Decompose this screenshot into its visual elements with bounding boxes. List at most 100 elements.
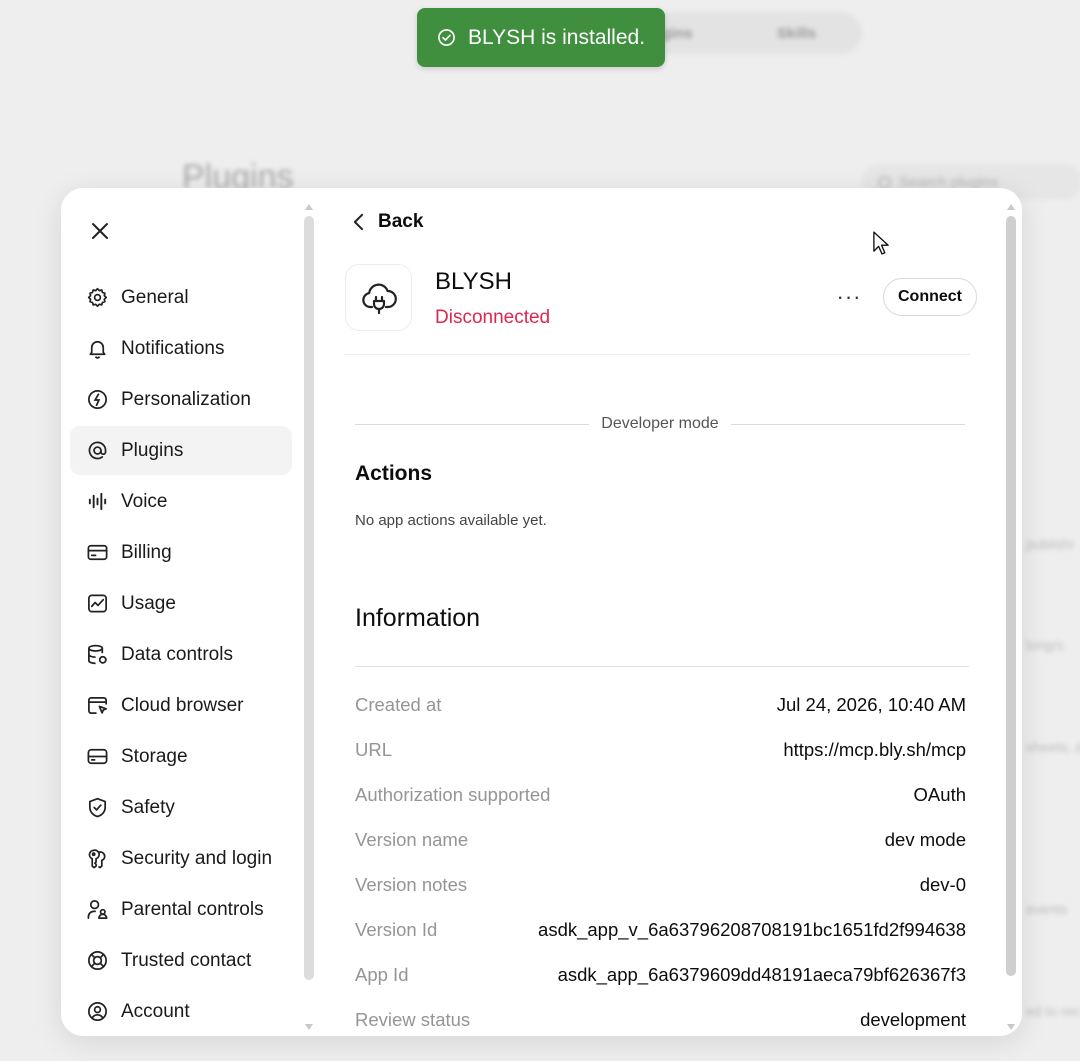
sidebar-item-label: Account — [121, 1000, 190, 1022]
sidebar-item-label: Trusted contact — [121, 949, 252, 971]
connection-status: Disconnected — [435, 307, 551, 328]
app-name: BLYSH — [435, 268, 512, 295]
information-heading: Information — [355, 604, 481, 632]
lifebuoy-icon — [85, 948, 110, 973]
info-key: Created at — [355, 694, 442, 715]
back-button[interactable]: Back — [353, 211, 423, 233]
app-icon — [345, 264, 412, 331]
info-row-app-id: App Id asdk_app_6a6379609dd48191aeca79bf… — [355, 962, 966, 988]
content-scrollbar[interactable] — [1004, 204, 1018, 1030]
storage-icon — [85, 744, 110, 769]
sidebar-item-label: Cloud browser — [121, 694, 244, 716]
info-value: OAuth — [913, 784, 966, 805]
install-toast: BLYSH is installed. — [417, 8, 665, 67]
sidebar-item-security-and-login[interactable]: Security and login — [70, 834, 292, 883]
plugin-detail-panel: Back BLYSH Disconnected ··· Connect Deve… — [320, 188, 1022, 1036]
sidebar-item-parental-controls[interactable]: Parental controls — [70, 885, 292, 934]
close-icon — [92, 223, 108, 239]
info-value: dev-0 — [919, 874, 966, 895]
scroll-down-arrow[interactable] — [1007, 1024, 1015, 1030]
sidebar-item-label: Security and login — [121, 847, 273, 869]
sidebar-item-label: Safety — [121, 796, 175, 818]
sidebar-item-trusted-contact[interactable]: Trusted contact — [70, 936, 292, 985]
info-value: development — [860, 1009, 966, 1030]
scroll-up-arrow[interactable] — [1007, 204, 1015, 210]
scroll-down-arrow[interactable] — [305, 1024, 313, 1030]
sidebar-scrollbar[interactable] — [304, 204, 314, 1030]
info-row-review-status: Review status development — [355, 1007, 966, 1033]
sidebar-item-usage[interactable]: Usage — [70, 579, 292, 628]
sidebar-item-plugins[interactable]: Plugins — [70, 426, 292, 475]
personalization-icon — [85, 387, 110, 412]
info-value: asdk_app_6a6379609dd48191aeca79bf626367f… — [557, 964, 966, 985]
info-row-version-notes: Version notes dev-0 — [355, 872, 966, 898]
connect-button[interactable]: Connect — [883, 278, 977, 316]
info-row-version-name: Version name dev mode — [355, 827, 966, 853]
developer-mode-divider: Developer mode — [355, 413, 965, 435]
more-options-button[interactable]: ··· — [832, 282, 866, 312]
sidebar-item-data-controls[interactable]: Data controls — [70, 630, 292, 679]
mouse-cursor-icon — [873, 231, 889, 255]
background-snippet: long/s — [1026, 637, 1064, 653]
info-key: Version Id — [355, 919, 438, 940]
info-value: asdk_app_v_6a63796208708191bc1651fd2f994… — [538, 919, 966, 940]
scrollbar-thumb[interactable] — [304, 216, 314, 980]
background-tab-skills: Skills — [776, 24, 817, 42]
actions-heading: Actions — [355, 462, 433, 485]
search-icon — [878, 175, 891, 189]
info-key: App Id — [355, 964, 409, 985]
sidebar-item-personalization[interactable]: Personalization — [70, 375, 292, 424]
info-key: Authorization supported — [355, 784, 551, 805]
info-row-authorization: Authorization supported OAuth — [355, 782, 966, 808]
shield-icon — [85, 795, 110, 820]
background-snippet: publishi — [1026, 536, 1074, 552]
sidebar-item-general[interactable]: General — [70, 273, 292, 322]
info-row-version-id: Version Id asdk_app_v_6a63796208708191bc… — [355, 917, 966, 943]
cloud-browser-icon — [85, 693, 110, 718]
info-key: Version name — [355, 829, 469, 850]
account-icon — [85, 999, 110, 1024]
divider — [355, 666, 969, 667]
info-key: Version notes — [355, 874, 468, 895]
sidebar-item-safety[interactable]: Safety — [70, 783, 292, 832]
sidebar-item-label: Storage — [121, 745, 188, 767]
settings-sidebar: General Notifications Personalization Pl… — [61, 188, 319, 1036]
actions-empty-text: No app actions available yet. — [355, 512, 547, 529]
parental-icon — [85, 897, 110, 922]
sidebar-item-voice[interactable]: Voice — [70, 477, 292, 526]
credit-card-icon — [85, 540, 110, 565]
sidebar-item-label: Data controls — [121, 643, 233, 665]
background-snippet: sheets, d — [1026, 739, 1080, 755]
sidebar-item-label: General — [121, 286, 189, 308]
scroll-up-arrow[interactable] — [305, 204, 313, 210]
background-snippet: ed to rec — [1026, 1003, 1080, 1019]
database-icon — [85, 642, 110, 667]
info-value: Jul 24, 2026, 10:40 AM — [776, 694, 966, 715]
info-row-url: URL https://mcp.bly.sh/mcp — [355, 737, 966, 763]
bell-icon — [85, 336, 110, 361]
info-value: dev mode — [884, 829, 966, 850]
sidebar-item-billing[interactable]: Billing — [70, 528, 292, 577]
sidebar-item-storage[interactable]: Storage — [70, 732, 292, 781]
sidebar-item-account[interactable]: Account — [70, 987, 292, 1036]
divider-line — [355, 423, 590, 425]
sidebar-item-cloud-browser[interactable]: Cloud browser — [70, 681, 292, 730]
info-row-created-at: Created at Jul 24, 2026, 10:40 AM — [355, 692, 966, 718]
check-circle-icon — [437, 28, 456, 47]
divider-line — [730, 423, 965, 425]
cloud-plug-icon — [361, 283, 397, 314]
settings-modal: General Notifications Personalization Pl… — [61, 188, 1022, 1036]
back-label: Back — [378, 211, 424, 232]
close-button[interactable] — [85, 216, 115, 246]
sidebar-item-label: Plugins — [121, 439, 184, 461]
background-snippet: events — [1026, 901, 1068, 917]
gear-icon — [85, 285, 110, 310]
developer-mode-label: Developer mode — [601, 415, 719, 432]
scrollbar-thumb[interactable] — [1006, 216, 1016, 976]
sidebar-item-notifications[interactable]: Notifications — [70, 324, 292, 373]
sidebar-item-label: Parental controls — [121, 898, 264, 920]
info-key: Review status — [355, 1009, 471, 1030]
sidebar-item-label: Billing — [121, 541, 172, 563]
chevron-left-icon — [353, 213, 364, 231]
sidebar-item-label: Voice — [121, 490, 168, 512]
